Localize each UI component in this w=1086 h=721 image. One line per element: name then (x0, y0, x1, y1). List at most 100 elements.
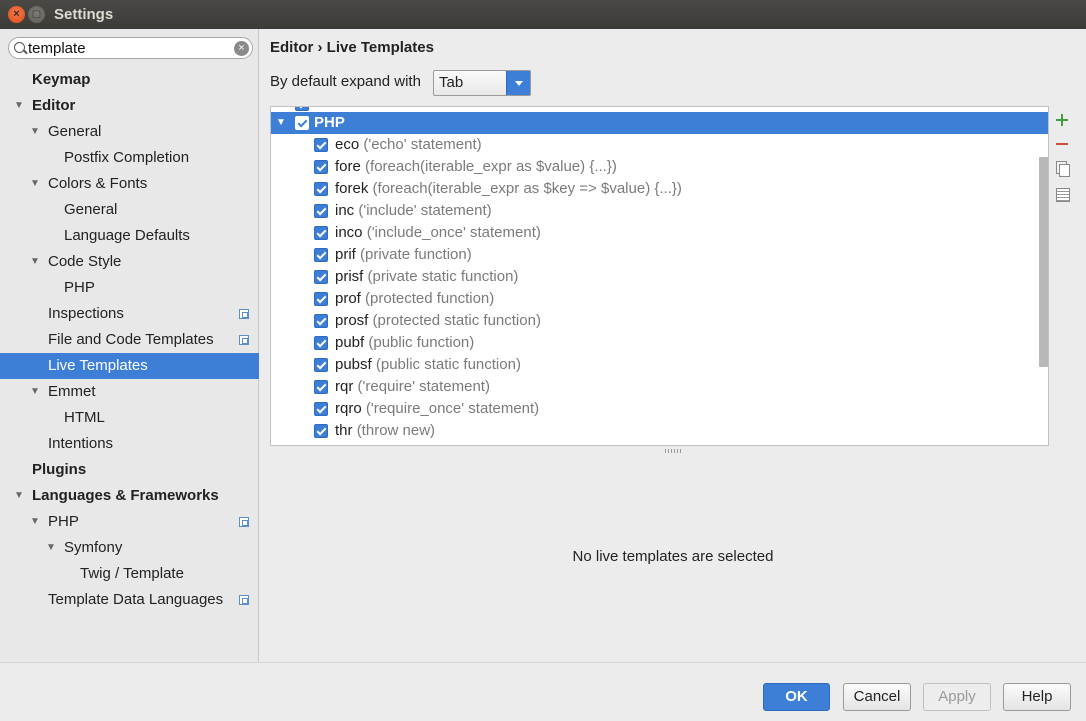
sidebar-item[interactable]: Twig / Template (0, 561, 259, 587)
template-row[interactable]: rqro ('require_once' statement) (271, 398, 1048, 420)
expand-arrow-icon[interactable]: ▼ (30, 171, 40, 197)
project-level-icon (239, 309, 249, 319)
search-icon (14, 42, 25, 53)
template-description: (throw new) (356, 422, 436, 439)
sidebar-item[interactable]: ▼ Symfony (0, 535, 259, 561)
ok-button[interactable]: OK (763, 683, 830, 711)
sidebar-item-label: General (64, 201, 118, 218)
remove-icon[interactable] (1054, 136, 1070, 152)
sidebar-item-label: PHP (64, 279, 95, 296)
expand-arrow-icon[interactable]: ▼ (46, 535, 56, 561)
sidebar-item[interactable]: Plugins (0, 457, 259, 483)
apply-button[interactable]: Apply (923, 683, 991, 711)
splitter-handle[interactable] (665, 449, 681, 453)
sidebar-item[interactable]: ▼ Languages & Frameworks (0, 483, 259, 509)
template-row[interactable]: fore (foreach(iterable_expr as $value) {… (271, 156, 1048, 178)
sidebar-item[interactable]: ▼ Emmet (0, 379, 259, 405)
cancel-button[interactable]: Cancel (843, 683, 911, 711)
template-row[interactable]: eco ('echo' statement) (271, 134, 1048, 156)
template-checkbox[interactable] (314, 204, 328, 218)
template-checkbox[interactable] (314, 292, 328, 306)
settings-tree: Keymap ▼ Editor ▼ General Postfix Completion ▼… (0, 67, 259, 613)
copy-icon[interactable] (1054, 160, 1070, 177)
template-row[interactable]: thr (throw new) (271, 420, 1048, 442)
template-checkbox[interactable] (314, 226, 328, 240)
sidebar-item[interactable]: Template Data Languages (0, 587, 259, 613)
template-description: (private static function) (367, 268, 519, 285)
expand-arrow-icon[interactable]: ▼ (30, 119, 40, 145)
template-row[interactable]: rqr ('require' statement) (271, 376, 1048, 398)
scrollbar-thumb[interactable] (1039, 157, 1048, 367)
sidebar-item[interactable]: PHP (0, 275, 259, 301)
template-group-php[interactable]: ▼ PHP (271, 112, 1048, 134)
template-checkbox[interactable] (314, 138, 328, 152)
sidebar-item[interactable]: General (0, 197, 259, 223)
sidebar-item-label: HTML (64, 409, 105, 426)
template-checkbox[interactable] (314, 248, 328, 262)
help-button[interactable]: Help (1003, 683, 1071, 711)
live-templates-list[interactable]: ▼ PHP eco ('echo' statement) fore (foreac… (270, 106, 1049, 446)
sidebar-item[interactable]: ▼ Colors & Fonts (0, 171, 259, 197)
sidebar-item[interactable]: Keymap (0, 67, 259, 93)
template-description: (protected function) (365, 290, 495, 307)
template-checkbox[interactable] (314, 424, 328, 438)
template-abbreviation: inc (335, 202, 355, 219)
restore-defaults-icon[interactable] (1054, 186, 1070, 202)
sidebar-item[interactable]: ▼ PHP (0, 509, 259, 535)
maximize-window-button[interactable]: ▢ (28, 6, 45, 23)
template-row[interactable]: inc ('include' statement) (271, 200, 1048, 222)
sidebar-item[interactable]: File and Code Templates (0, 327, 259, 353)
title-bar: × ▢ Settings (0, 0, 1086, 29)
template-row[interactable]: prof (protected function) (271, 288, 1048, 310)
template-checkbox[interactable] (314, 270, 328, 284)
template-text: prof (protected function) (335, 288, 494, 310)
template-checkbox[interactable] (314, 160, 328, 174)
expand-arrow-icon[interactable]: ▼ (30, 249, 40, 275)
add-icon[interactable] (1054, 112, 1070, 128)
template-checkbox[interactable] (314, 314, 328, 328)
chevron-down-icon[interactable] (506, 71, 530, 95)
template-checkbox[interactable] (314, 336, 328, 350)
sidebar-item[interactable]: ▼ General (0, 119, 259, 145)
template-abbreviation: fore (335, 158, 361, 175)
sidebar-item[interactable]: Live Templates (0, 353, 259, 379)
template-abbreviation: pubsf (335, 356, 372, 373)
sidebar-item[interactable]: Inspections (0, 301, 259, 327)
template-row[interactable]: pubsf (public static function) (271, 354, 1048, 376)
settings-search-input[interactable] (28, 39, 228, 57)
expand-arrow-icon[interactable]: ▼ (30, 509, 40, 535)
sidebar-item[interactable]: ▼ Code Style (0, 249, 259, 275)
project-level-icon (239, 517, 249, 527)
template-checkbox[interactable] (314, 402, 328, 416)
template-row[interactable]: prisf (private static function) (271, 266, 1048, 288)
template-checkbox[interactable] (314, 380, 328, 394)
template-checkbox[interactable] (314, 182, 328, 196)
settings-search-box[interactable]: × (8, 37, 253, 59)
template-row[interactable]: inco ('include_once' statement) (271, 222, 1048, 244)
sidebar-item[interactable]: Intentions (0, 431, 259, 457)
group-checkbox[interactable] (295, 116, 309, 130)
template-abbreviation: prisf (335, 268, 364, 285)
checkbox[interactable] (295, 107, 309, 111)
close-window-button[interactable]: × (8, 6, 25, 23)
clear-search-icon[interactable]: × (234, 41, 249, 56)
sidebar-item[interactable]: HTML (0, 405, 259, 431)
template-row[interactable]: prosf (protected static function) (271, 310, 1048, 332)
template-abbreviation: rqro (335, 400, 362, 417)
expand-arrow-icon[interactable]: ▼ (14, 93, 24, 119)
expand-with-dropdown[interactable]: Tab (433, 70, 531, 96)
collapse-arrow-icon[interactable]: ▼ (276, 112, 286, 134)
project-level-icon (239, 335, 249, 345)
project-level-icon (239, 595, 249, 605)
sidebar-item[interactable]: Postfix Completion (0, 145, 259, 171)
template-checkbox[interactable] (314, 358, 328, 372)
sidebar-item-label: File and Code Templates (48, 331, 214, 348)
template-row[interactable]: forek (foreach(iterable_expr as $key => … (271, 178, 1048, 200)
template-row[interactable]: prif (private function) (271, 244, 1048, 266)
sidebar-item[interactable]: ▼ Editor (0, 93, 259, 119)
template-row[interactable]: pubf (public function) (271, 332, 1048, 354)
sidebar-item[interactable]: Language Defaults (0, 223, 259, 249)
sidebar-item-label: Editor (32, 97, 76, 114)
expand-arrow-icon[interactable]: ▼ (14, 483, 24, 509)
expand-arrow-icon[interactable]: ▼ (30, 379, 40, 405)
